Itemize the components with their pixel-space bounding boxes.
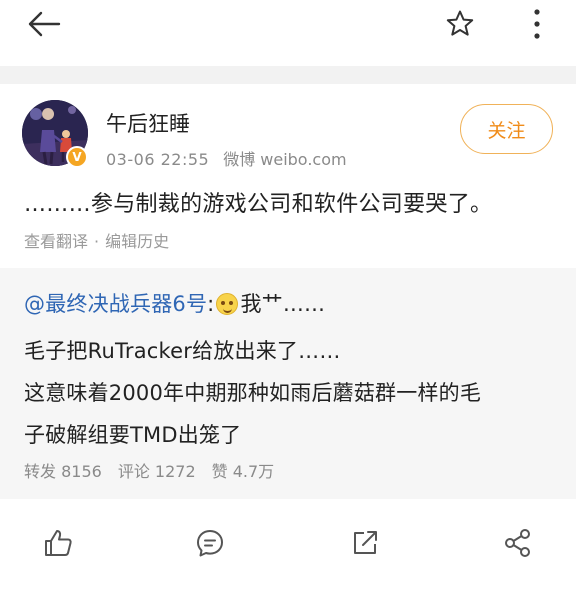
share-icon[interactable] bbox=[498, 523, 538, 563]
weibo-post: V 午后狂睡 03-06 22:55 微博 weibo.com 关注 ………参与制… bbox=[0, 84, 576, 268]
repost-stats: 转发 8156 评论 1272 赞 4.7万 bbox=[24, 458, 274, 482]
post-meta: 03-06 22:55 微博 weibo.com bbox=[106, 146, 347, 170]
verified-badge-icon: V bbox=[66, 146, 88, 168]
more-vertical-icon[interactable] bbox=[517, 4, 557, 44]
repost-count[interactable]: 转发 8156 bbox=[24, 462, 102, 481]
colon: : bbox=[207, 292, 215, 316]
comment-icon[interactable] bbox=[190, 523, 230, 563]
repost-line-4: 子破解组要TMD出笼了 bbox=[24, 423, 242, 447]
post-source: 微博 weibo.com bbox=[223, 150, 347, 169]
comment-count[interactable]: 评论 1272 bbox=[118, 462, 196, 481]
separator: · bbox=[94, 232, 100, 251]
repost-line-3: 这意味着2000年中期那种如雨后蘑菇群一样的毛 bbox=[24, 381, 482, 405]
top-bar bbox=[0, 0, 576, 66]
post-actions: 查看翻译 · 编辑历史 bbox=[24, 228, 169, 252]
post-text: ………参与制裁的游戏公司和软件公司要哭了。 bbox=[24, 192, 493, 217]
post-time: 03-06 22:55 bbox=[106, 150, 210, 169]
repost-line-2: 毛子把RuTracker给放出来了…… bbox=[24, 339, 341, 363]
repost-icon[interactable] bbox=[345, 523, 385, 563]
star-icon[interactable] bbox=[440, 4, 480, 44]
like-count[interactable]: 赞 4.7万 bbox=[212, 462, 275, 481]
translate-link[interactable]: 查看翻译 bbox=[24, 232, 88, 251]
bottom-toolbar bbox=[0, 499, 576, 593]
repost-line-1: @最终决战兵器6号: 我艹…… bbox=[24, 288, 325, 318]
edit-history-link[interactable]: 编辑历史 bbox=[105, 232, 169, 251]
thumbs-up-icon[interactable] bbox=[38, 523, 78, 563]
smile-emoji-icon bbox=[216, 293, 239, 315]
back-arrow-icon[interactable] bbox=[24, 4, 64, 44]
mention-link[interactable]: @最终决战兵器6号 bbox=[24, 292, 207, 316]
follow-button[interactable]: 关注 bbox=[460, 104, 553, 154]
reposted-content[interactable]: @最终决战兵器6号: 我艹…… 毛子把RuTracker给放出来了…… 这意味着2… bbox=[0, 268, 576, 499]
repost-line-1-text: 我艹…… bbox=[240, 292, 326, 316]
username[interactable]: 午后狂睡 bbox=[106, 108, 190, 138]
